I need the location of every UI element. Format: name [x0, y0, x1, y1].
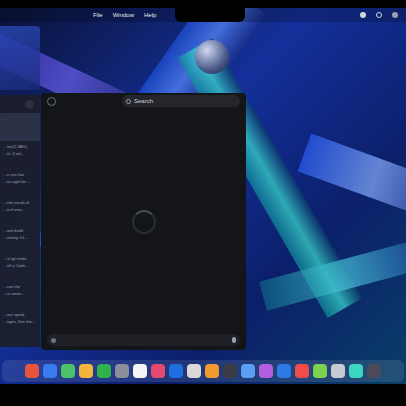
app-icon[interactable] — [97, 364, 111, 378]
chat-window: Search — [41, 93, 246, 350]
app-icon[interactable] — [331, 364, 345, 378]
app-icon[interactable] — [115, 364, 129, 378]
app-icon[interactable] — [313, 364, 327, 378]
app-icon[interactable] — [205, 364, 219, 378]
app-icon[interactable] — [169, 364, 183, 378]
wifi-icon[interactable] — [376, 12, 382, 18]
app-icon[interactable] — [151, 364, 165, 378]
notch — [175, 0, 245, 22]
app-icon[interactable] — [223, 364, 237, 378]
menu-item[interactable]: Window — [113, 12, 134, 18]
sidebar-item[interactable]: …our speak…nges, Drw the… — [0, 309, 40, 337]
app-icon[interactable] — [61, 364, 75, 378]
control-icon[interactable] — [360, 12, 366, 18]
sidebar-item[interactable]: …n von has…ou agnt for… — [0, 169, 40, 197]
collapse-icon[interactable] — [25, 100, 34, 109]
screen: File Window Help ……tes(2-3A%)…nl -3 wil……n … — [0, 0, 406, 406]
app-icon[interactable] — [241, 364, 255, 378]
menu-item[interactable]: Help — [144, 12, 156, 18]
user-icon[interactable] — [392, 12, 398, 18]
sidebar-item[interactable]: …wnt bsdd…amnty: h1… — [0, 225, 40, 253]
app-icon[interactable] — [187, 364, 201, 378]
new-chat-icon[interactable] — [47, 97, 56, 106]
sidebar-item[interactable]: … — [0, 113, 40, 141]
chat-area — [41, 109, 246, 334]
app-icon[interactable] — [277, 364, 291, 378]
attach-icon[interactable] — [51, 338, 56, 343]
thumbnail-window[interactable] — [0, 26, 40, 90]
sidebar-item[interactable]: …nlin sncds of…ncil vrns… — [0, 197, 40, 225]
app-icon[interactable] — [349, 364, 363, 378]
menu-item[interactable]: File — [93, 12, 103, 18]
sidebar: ……tes(2-3A%)…nl -3 wil……n von has…ou agn… — [0, 95, 40, 347]
loading-icon — [132, 210, 156, 234]
search-field[interactable]: Search — [122, 95, 240, 107]
sidebar-item[interactable]: …vt tgl rsnds…otl a Cnds… — [0, 253, 40, 281]
sidebar-item[interactable]: …con the…ur wnse… — [0, 281, 40, 309]
app-icon[interactable] — [133, 364, 147, 378]
mic-icon[interactable] — [232, 337, 236, 343]
sidebar-item[interactable]: …tes(2-3A%)…nl -3 wil… — [0, 141, 40, 169]
app-icon[interactable] — [259, 364, 273, 378]
message-input[interactable] — [47, 334, 240, 346]
search-icon — [126, 99, 131, 104]
app-icon[interactable] — [367, 364, 381, 378]
app-icon[interactable] — [79, 364, 93, 378]
app-icon[interactable] — [25, 364, 39, 378]
app-icon[interactable] — [295, 364, 309, 378]
dock — [2, 360, 404, 382]
app-icon[interactable] — [43, 364, 57, 378]
